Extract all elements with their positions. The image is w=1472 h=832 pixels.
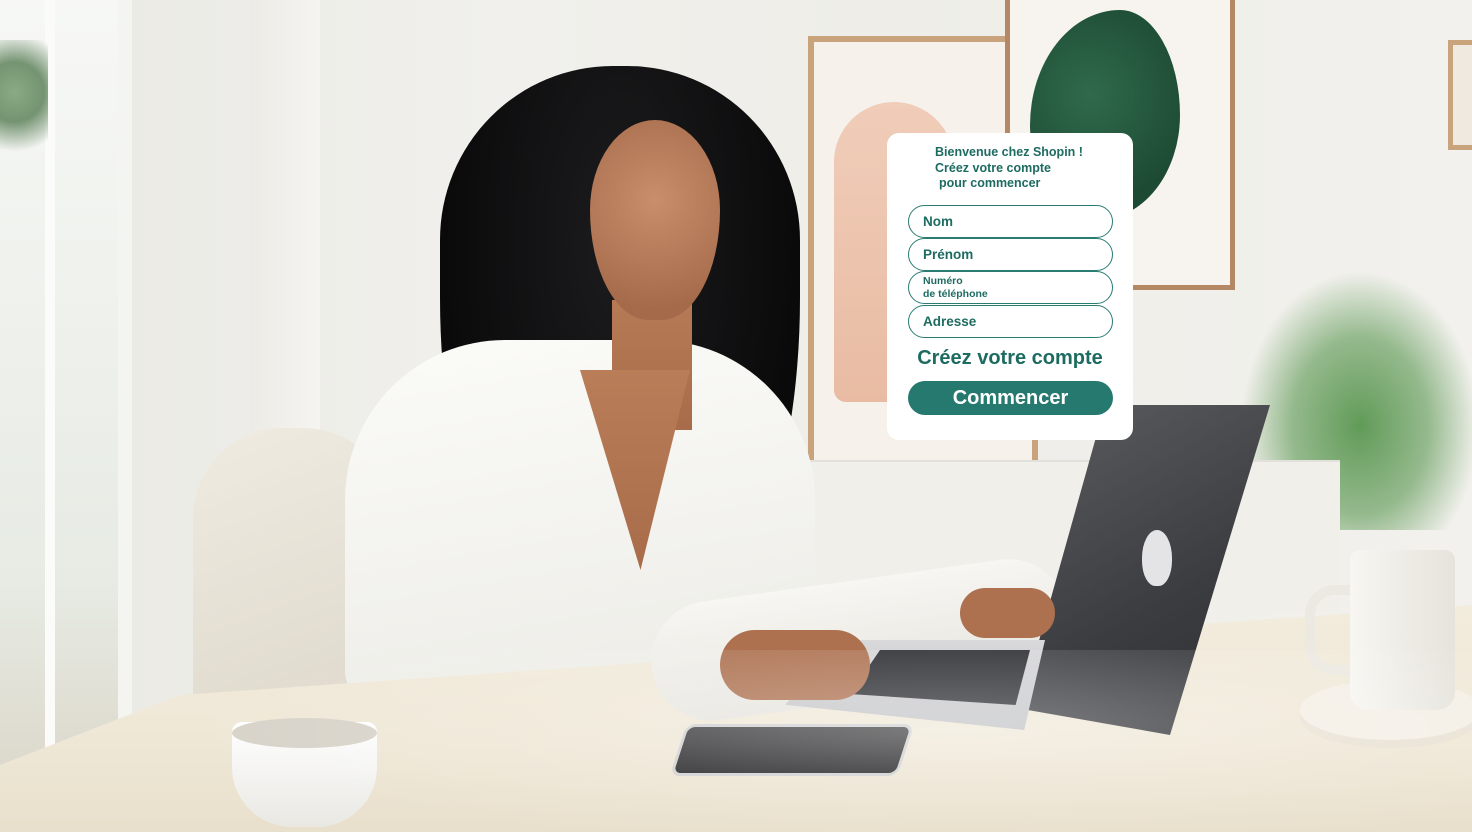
welcome-subtitle-line2: pour commencer — [939, 176, 1041, 190]
background-photo — [0, 0, 1472, 832]
address-field[interactable]: Adresse — [908, 305, 1113, 338]
signup-card: Bienvenue chez Shopin ! Créez votre comp… — [887, 133, 1133, 440]
start-button[interactable]: Commencer — [908, 381, 1113, 415]
sunlight — [180, 650, 1472, 832]
phone-label-line2: de téléphone — [923, 287, 988, 300]
person-face — [590, 120, 720, 320]
picture-frame — [1448, 40, 1472, 150]
nom-field-label: Nom — [923, 214, 953, 229]
phone-number-field[interactable]: Numéro de téléphone — [908, 271, 1113, 304]
prenom-field-label: Prénom — [923, 247, 974, 262]
apple-logo-icon — [1142, 530, 1172, 586]
person-hand — [960, 588, 1055, 638]
prenom-field[interactable]: Prénom — [908, 238, 1113, 271]
create-account-title: Créez votre compte — [917, 347, 1103, 369]
address-field-label: Adresse — [923, 314, 977, 329]
welcome-title: Bienvenue chez Shopin ! — [935, 145, 1083, 159]
welcome-subtitle-line1: Créez votre compte — [935, 160, 1052, 175]
phone-label-line1: Numéro — [923, 275, 963, 287]
phone-number-field-label: Numéro de téléphone — [923, 275, 988, 300]
nom-field[interactable]: Nom — [908, 205, 1113, 238]
window-plant — [0, 40, 48, 170]
welcome-message: Bienvenue chez Shopin ! Créez votre comp… — [935, 145, 1125, 192]
